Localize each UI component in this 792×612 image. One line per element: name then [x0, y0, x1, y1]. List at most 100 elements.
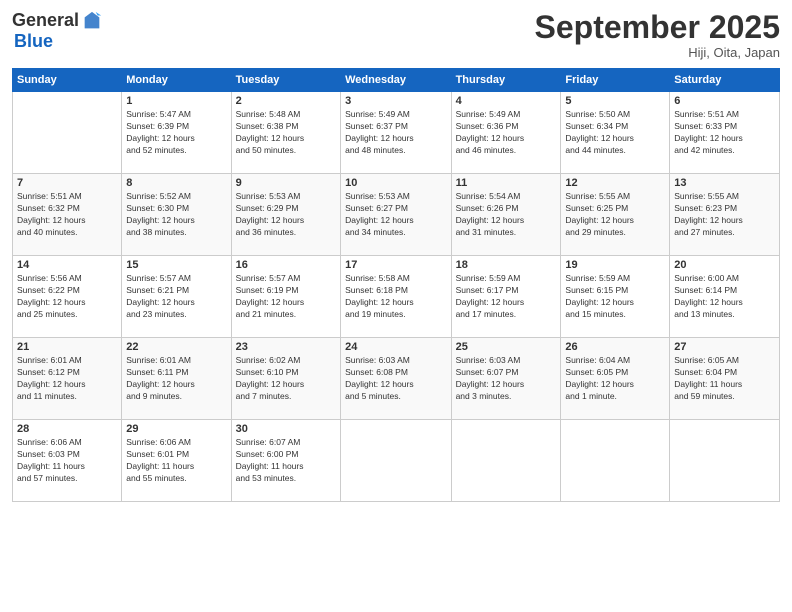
calendar-cell: 11 Sunrise: 5:54 AM Sunset: 6:26 PM Dayli… [451, 174, 561, 256]
weekday-header-sunday: Sunday [13, 69, 122, 92]
day-number: 18 [456, 259, 557, 271]
weekday-header-wednesday: Wednesday [341, 69, 451, 92]
day-number: 2 [236, 95, 336, 107]
calendar-cell: 10 Sunrise: 5:53 AM Sunset: 6:27 PM Dayli… [341, 174, 451, 256]
calendar-cell: 28 Sunrise: 6:06 AM Sunset: 6:03 PM Dayli… [13, 420, 122, 502]
weekday-header-monday: Monday [122, 69, 231, 92]
calendar-cell: 16 Sunrise: 5:57 AM Sunset: 6:19 PM Dayli… [231, 256, 340, 338]
day-info: Sunrise: 5:58 AM Sunset: 6:18 PM Dayligh… [345, 273, 446, 321]
day-number: 5 [565, 95, 665, 107]
calendar-cell: 27 Sunrise: 6:05 AM Sunset: 6:04 PM Dayli… [670, 338, 780, 420]
calendar-week-row: 1Sunrise: 5:47 AM Sunset: 6:39 PM Daylig… [13, 92, 780, 174]
weekday-header-row: SundayMondayTuesdayWednesdayThursdayFrid… [13, 69, 780, 92]
day-number: 16 [236, 259, 336, 271]
day-info: Sunrise: 5:56 AM Sunset: 6:22 PM Dayligh… [17, 273, 117, 321]
day-info: Sunrise: 5:55 AM Sunset: 6:23 PM Dayligh… [674, 191, 775, 239]
calendar-cell: 2Sunrise: 5:48 AM Sunset: 6:38 PM Daylig… [231, 92, 340, 174]
day-number: 8 [126, 177, 226, 189]
day-number: 19 [565, 259, 665, 271]
day-info: Sunrise: 5:51 AM Sunset: 6:33 PM Dayligh… [674, 109, 775, 157]
day-number: 14 [17, 259, 117, 271]
calendar-cell: 25Sunrise: 6:03 AM Sunset: 6:07 PM Dayli… [451, 338, 561, 420]
day-info: Sunrise: 5:53 AM Sunset: 6:29 PM Dayligh… [236, 191, 336, 239]
day-number: 11 [456, 177, 557, 189]
day-info: Sunrise: 5:49 AM Sunset: 6:37 PM Dayligh… [345, 109, 446, 157]
calendar-cell: 30Sunrise: 6:07 AM Sunset: 6:00 PM Dayli… [231, 420, 340, 502]
month-title: September 2025 [535, 10, 780, 45]
logo-general-text: General [12, 11, 79, 31]
calendar-cell: 26Sunrise: 6:04 AM Sunset: 6:05 PM Dayli… [561, 338, 670, 420]
day-number: 7 [17, 177, 117, 189]
day-number: 13 [674, 177, 775, 189]
location: Hiji, Oita, Japan [535, 45, 780, 60]
calendar-cell: 9 Sunrise: 5:53 AM Sunset: 6:29 PM Daylig… [231, 174, 340, 256]
day-info: Sunrise: 5:53 AM Sunset: 6:27 PM Dayligh… [345, 191, 446, 239]
calendar-cell: 20 Sunrise: 6:00 AM Sunset: 6:14 PM Dayli… [670, 256, 780, 338]
day-info: Sunrise: 5:57 AM Sunset: 6:19 PM Dayligh… [236, 273, 336, 321]
day-number: 1 [126, 95, 226, 107]
day-number: 17 [345, 259, 446, 271]
calendar-cell [451, 420, 561, 502]
logo: General Blue [12, 10, 103, 52]
day-number: 28 [17, 423, 117, 435]
day-info: Sunrise: 6:06 AM Sunset: 6:01 PM Dayligh… [126, 437, 226, 485]
calendar-cell: 12 Sunrise: 5:55 AM Sunset: 6:25 PM Dayli… [561, 174, 670, 256]
day-info: Sunrise: 6:00 AM Sunset: 6:14 PM Dayligh… [674, 273, 775, 321]
calendar-cell: 3Sunrise: 5:49 AM Sunset: 6:37 PM Daylig… [341, 92, 451, 174]
calendar-cell: 14 Sunrise: 5:56 AM Sunset: 6:22 PM Dayli… [13, 256, 122, 338]
calendar-cell: 19Sunrise: 5:59 AM Sunset: 6:15 PM Dayli… [561, 256, 670, 338]
day-info: Sunrise: 6:05 AM Sunset: 6:04 PM Dayligh… [674, 355, 775, 403]
day-number: 15 [126, 259, 226, 271]
calendar-table: SundayMondayTuesdayWednesdayThursdayFrid… [12, 68, 780, 502]
calendar-week-row: 14 Sunrise: 5:56 AM Sunset: 6:22 PM Dayli… [13, 256, 780, 338]
day-number: 22 [126, 341, 226, 353]
weekday-header-saturday: Saturday [670, 69, 780, 92]
day-info: Sunrise: 6:01 AM Sunset: 6:12 PM Dayligh… [17, 355, 117, 403]
day-info: Sunrise: 5:55 AM Sunset: 6:25 PM Dayligh… [565, 191, 665, 239]
day-number: 10 [345, 177, 446, 189]
day-info: Sunrise: 6:06 AM Sunset: 6:03 PM Dayligh… [17, 437, 117, 485]
calendar-week-row: 21 Sunrise: 6:01 AM Sunset: 6:12 PM Dayli… [13, 338, 780, 420]
calendar-cell: 22 Sunrise: 6:01 AM Sunset: 6:11 PM Dayli… [122, 338, 231, 420]
calendar-cell: 17 Sunrise: 5:58 AM Sunset: 6:18 PM Dayli… [341, 256, 451, 338]
logo-icon [81, 10, 103, 32]
day-number: 27 [674, 341, 775, 353]
day-number: 24 [345, 341, 446, 353]
day-info: Sunrise: 6:02 AM Sunset: 6:10 PM Dayligh… [236, 355, 336, 403]
day-number: 9 [236, 177, 336, 189]
calendar-cell: 21 Sunrise: 6:01 AM Sunset: 6:12 PM Dayli… [13, 338, 122, 420]
day-number: 20 [674, 259, 775, 271]
day-number: 21 [17, 341, 117, 353]
day-number: 25 [456, 341, 557, 353]
day-number: 4 [456, 95, 557, 107]
title-block: September 2025 Hiji, Oita, Japan [535, 10, 780, 60]
day-number: 6 [674, 95, 775, 107]
day-number: 29 [126, 423, 226, 435]
calendar-cell: 13 Sunrise: 5:55 AM Sunset: 6:23 PM Dayli… [670, 174, 780, 256]
day-number: 23 [236, 341, 336, 353]
day-number: 12 [565, 177, 665, 189]
calendar-cell: 18 Sunrise: 5:59 AM Sunset: 6:17 PM Dayli… [451, 256, 561, 338]
day-info: Sunrise: 5:51 AM Sunset: 6:32 PM Dayligh… [17, 191, 117, 239]
logo-blue-text: Blue [14, 32, 53, 52]
calendar-cell [670, 420, 780, 502]
day-info: Sunrise: 5:50 AM Sunset: 6:34 PM Dayligh… [565, 109, 665, 157]
day-info: Sunrise: 6:07 AM Sunset: 6:00 PM Dayligh… [236, 437, 336, 485]
day-info: Sunrise: 5:57 AM Sunset: 6:21 PM Dayligh… [126, 273, 226, 321]
day-number: 26 [565, 341, 665, 353]
calendar-cell: 29 Sunrise: 6:06 AM Sunset: 6:01 PM Dayli… [122, 420, 231, 502]
calendar-cell [341, 420, 451, 502]
header: General Blue September 2025 Hiji, Oita, … [12, 10, 780, 60]
day-info: Sunrise: 5:54 AM Sunset: 6:26 PM Dayligh… [456, 191, 557, 239]
weekday-header-tuesday: Tuesday [231, 69, 340, 92]
calendar-week-row: 28 Sunrise: 6:06 AM Sunset: 6:03 PM Dayli… [13, 420, 780, 502]
calendar-cell [13, 92, 122, 174]
day-info: Sunrise: 5:59 AM Sunset: 6:17 PM Dayligh… [456, 273, 557, 321]
calendar-cell: 5 Sunrise: 5:50 AM Sunset: 6:34 PM Daylig… [561, 92, 670, 174]
calendar-cell: 15 Sunrise: 5:57 AM Sunset: 6:21 PM Dayli… [122, 256, 231, 338]
calendar-cell: 24Sunrise: 6:03 AM Sunset: 6:08 PM Dayli… [341, 338, 451, 420]
calendar-cell: 1Sunrise: 5:47 AM Sunset: 6:39 PM Daylig… [122, 92, 231, 174]
calendar-cell: 23 Sunrise: 6:02 AM Sunset: 6:10 PM Dayli… [231, 338, 340, 420]
calendar-cell: 4Sunrise: 5:49 AM Sunset: 6:36 PM Daylig… [451, 92, 561, 174]
day-info: Sunrise: 6:01 AM Sunset: 6:11 PM Dayligh… [126, 355, 226, 403]
